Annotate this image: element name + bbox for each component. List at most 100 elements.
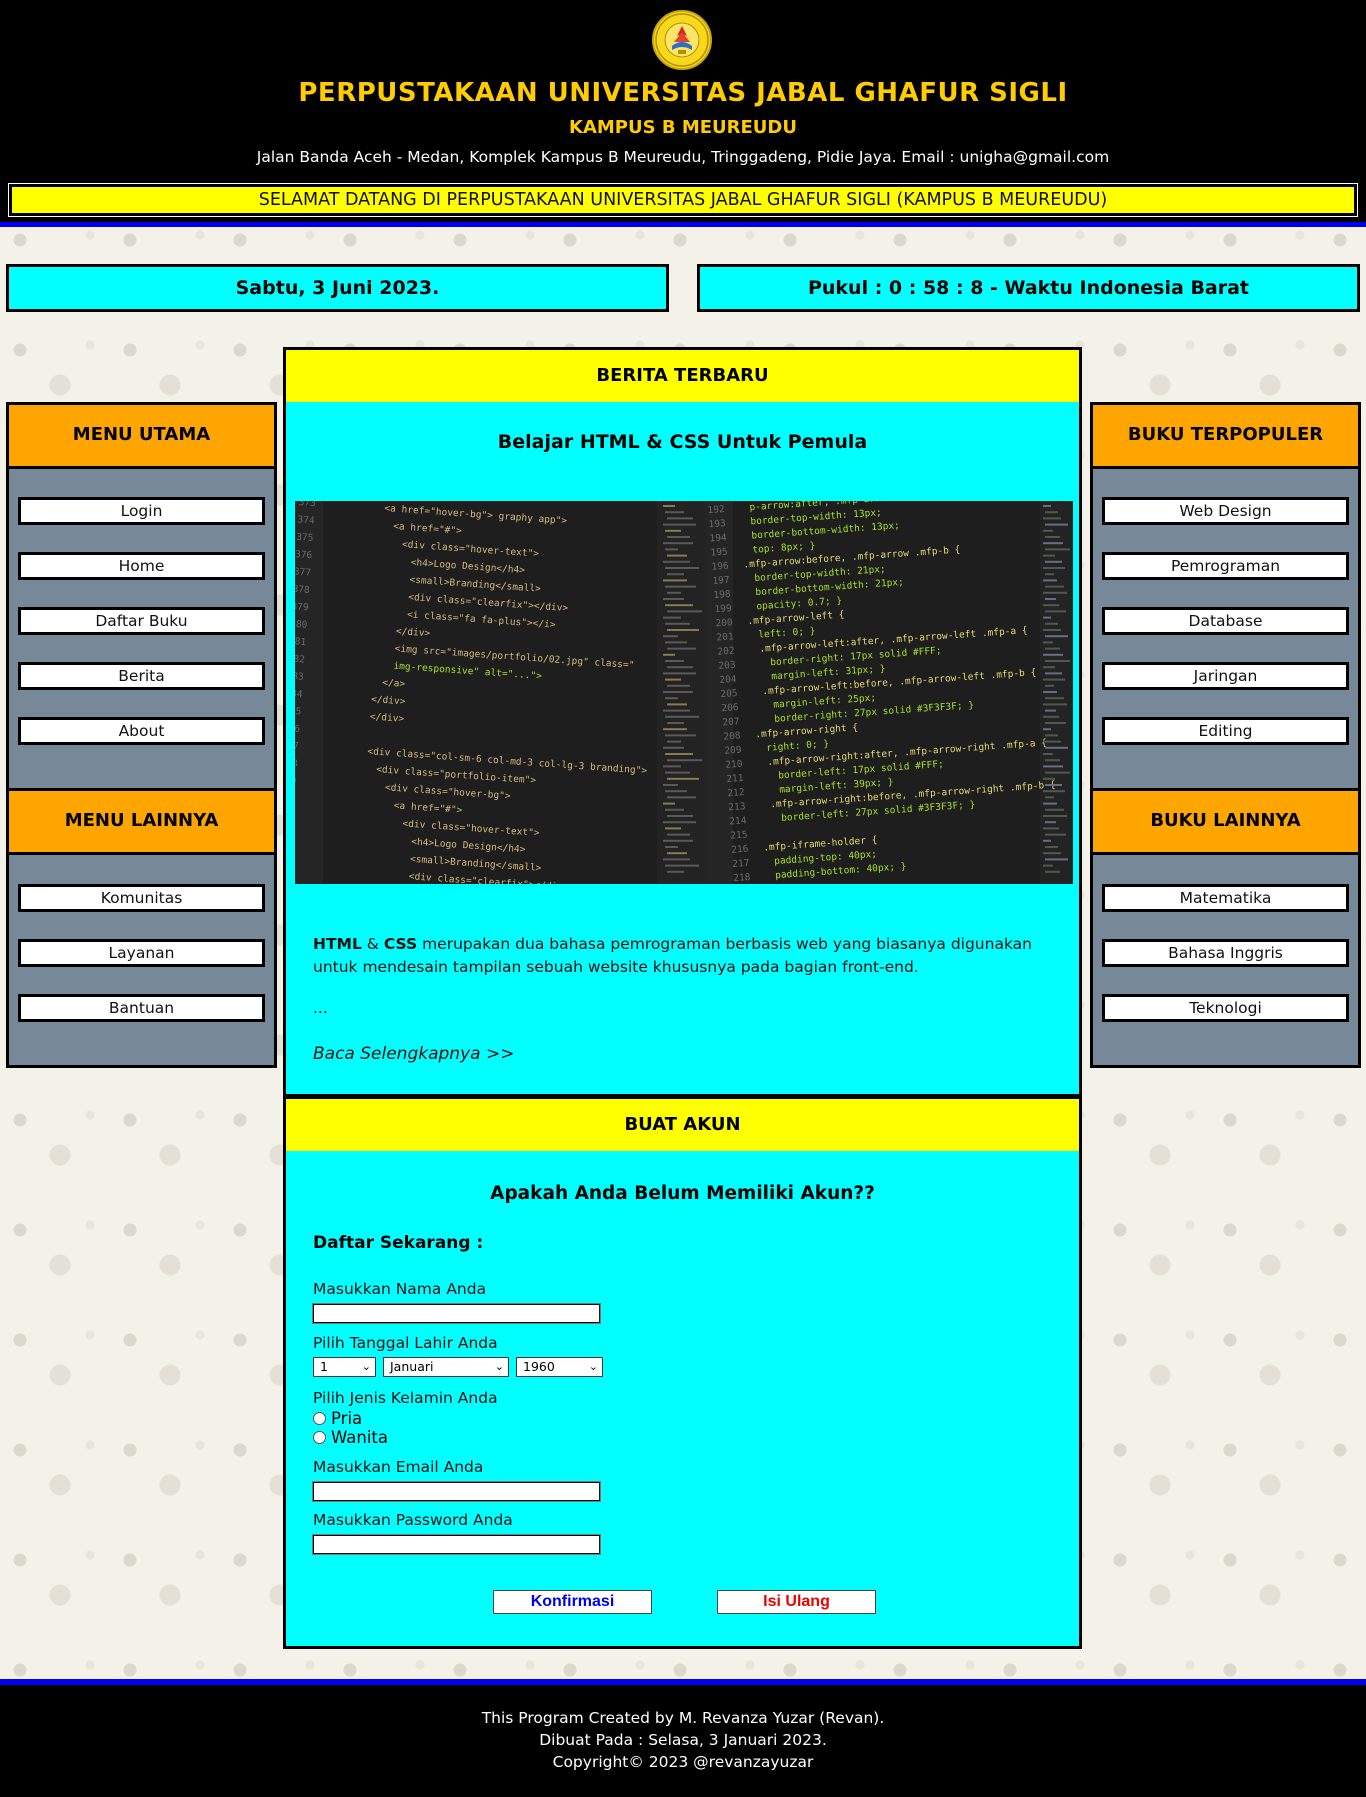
menu-home-button[interactable]: Home xyxy=(18,552,265,580)
name-field[interactable] xyxy=(312,1303,601,1324)
code-line-number: 375 xyxy=(296,532,314,544)
minimap-line xyxy=(1045,722,1066,724)
minimap-line xyxy=(665,678,681,681)
minimap-line xyxy=(1045,598,1056,600)
code-line-number: 379 xyxy=(295,601,309,613)
minimap-line xyxy=(665,734,696,737)
dob-label: Pilih Tanggal Lahir Anda xyxy=(313,1334,498,1352)
read-more-link[interactable]: Baca Selengkapnya >> xyxy=(313,1044,514,1064)
gender-wanita-option[interactable]: Wanita xyxy=(313,1428,388,1447)
minimap-line xyxy=(667,759,702,762)
code-screenshot-image: 373 <a href="hover-bg"> graphy app"> 374 <a… xyxy=(295,501,1073,884)
menu-daftar-buku-button[interactable]: Daftar Buku xyxy=(18,607,265,635)
reset-button[interactable]: Isi Ulang xyxy=(717,1590,876,1614)
book-teknologi-button[interactable]: Teknologi xyxy=(1102,994,1349,1022)
time-display: Pukul : 0 : 58 : 8 - Waktu Indonesia Bar… xyxy=(697,264,1360,312)
buku-terpopuler-title: BUKU TERPOPULER xyxy=(1093,405,1358,469)
code-line-number: 211 xyxy=(726,773,744,785)
gender-pria-label: Pria xyxy=(331,1409,363,1428)
radio-button[interactable] xyxy=(313,1412,326,1425)
minimap-line xyxy=(1045,511,1058,514)
minimap-line xyxy=(663,709,690,712)
register-heading: Daftar Sekarang : xyxy=(313,1233,484,1253)
email-field[interactable] xyxy=(312,1481,601,1502)
site-footer: This Program Created by M. Revanza Yuzar… xyxy=(0,1685,1366,1797)
book-pemrograman-button[interactable]: Pemrograman xyxy=(1102,552,1349,580)
minimap-line xyxy=(665,604,693,607)
article-excerpt: HTML & CSS merupakan dua bahasa pemrogra… xyxy=(313,933,1058,979)
site-address: Jalan Banda Aceh - Medan, Komplek Kampus… xyxy=(256,148,1110,166)
minimap-line xyxy=(667,796,696,799)
minimap-line xyxy=(1045,784,1062,786)
minimap-line xyxy=(667,833,690,836)
minimap-line xyxy=(1045,746,1068,749)
minimap-line xyxy=(663,821,696,824)
minimap-line xyxy=(665,715,699,718)
minimap-line xyxy=(667,573,684,576)
dob-year-select[interactable]: 1960 ⌄ xyxy=(516,1357,603,1377)
minimap-line xyxy=(667,740,681,743)
minimap-line xyxy=(1045,833,1066,836)
code-line-number: 381 xyxy=(295,636,307,648)
ampersand: & xyxy=(366,935,379,953)
gender-pria-option[interactable]: Pria xyxy=(313,1409,362,1428)
minimap-line xyxy=(665,827,681,830)
minimap-line xyxy=(667,554,687,557)
chevron-down-icon: ⌄ xyxy=(494,1360,504,1373)
code-line-number: 214 xyxy=(729,815,747,827)
minimap-line xyxy=(1045,870,1060,873)
gender-label: Pilih Jenis Kelamin Anda xyxy=(313,1389,498,1407)
minimap-line xyxy=(1043,815,1067,817)
minimap-line xyxy=(665,585,696,588)
minimap-line xyxy=(663,839,693,842)
minimap-line xyxy=(667,870,684,873)
password-field[interactable] xyxy=(312,1534,601,1555)
minimap-line xyxy=(663,858,690,861)
minimap-line xyxy=(665,548,678,551)
code-line-number: 213 xyxy=(728,801,746,813)
book-jaringan-button[interactable]: Jaringan xyxy=(1102,662,1349,690)
confirm-button[interactable]: Konfirmasi xyxy=(493,1590,652,1614)
book-matematika-button[interactable]: Matematika xyxy=(1102,884,1349,912)
minimap-line xyxy=(1043,678,1065,681)
minimap-line xyxy=(1045,846,1058,848)
email-label: Masukkan Email Anda xyxy=(313,1458,484,1476)
menu-lainnya-title: MENU LAINNYA xyxy=(9,788,274,855)
book-database-button[interactable]: Database xyxy=(1102,607,1349,635)
menu-layanan-button[interactable]: Layanan xyxy=(18,939,265,967)
welcome-marquee: SELAMAT DATANG DI PERPUSTAKAAN UNIVERSIT… xyxy=(8,183,1358,217)
minimap-line xyxy=(1043,703,1067,706)
minimap-line xyxy=(667,610,702,613)
minimap-line xyxy=(665,864,699,867)
article-title: Belajar HTML & CSS Untuk Pemula xyxy=(497,431,868,453)
code-line-number: 378 xyxy=(295,584,310,596)
dob-month-value: Januari xyxy=(390,1359,434,1374)
minimap-line xyxy=(665,529,681,532)
minimap-line xyxy=(665,622,690,625)
menu-about-button[interactable]: About xyxy=(18,717,265,745)
minimap-line xyxy=(663,542,693,545)
book-web-design-button[interactable]: Web Design xyxy=(1102,497,1349,525)
menu-bantuan-button[interactable]: Bantuan xyxy=(18,994,265,1022)
minimap-line xyxy=(1043,790,1065,793)
book-bahasa-inggris-button[interactable]: Bahasa Inggris xyxy=(1102,939,1349,967)
menu-komunitas-button[interactable]: Komunitas xyxy=(18,884,265,912)
menu-login-button[interactable]: Login xyxy=(18,497,265,525)
radio-button[interactable] xyxy=(313,1431,326,1444)
minimap-line xyxy=(1043,505,1051,507)
minimap-line xyxy=(667,815,693,817)
account-question: Apakah Anda Belum Memiliki Akun?? xyxy=(490,1183,875,1204)
menu-berita-button[interactable]: Berita xyxy=(18,662,265,690)
code-line-number: 210 xyxy=(725,759,743,771)
book-editing-button[interactable]: Editing xyxy=(1102,717,1349,745)
minimap-line xyxy=(1045,771,1070,774)
dob-day-select[interactable]: 1 ⌄ xyxy=(313,1357,376,1377)
code-line-number: 376 xyxy=(295,549,313,561)
minimap-line xyxy=(667,647,696,650)
minimap-line xyxy=(1043,777,1055,780)
html-keyword: HTML xyxy=(313,935,362,953)
minimap-line xyxy=(663,505,675,507)
university-seal-icon xyxy=(652,10,712,70)
dob-month-select[interactable]: Januari ⌄ xyxy=(383,1357,509,1377)
register-form: Apakah Anda Belum Memiliki Akun?? Daftar… xyxy=(283,1151,1082,1649)
